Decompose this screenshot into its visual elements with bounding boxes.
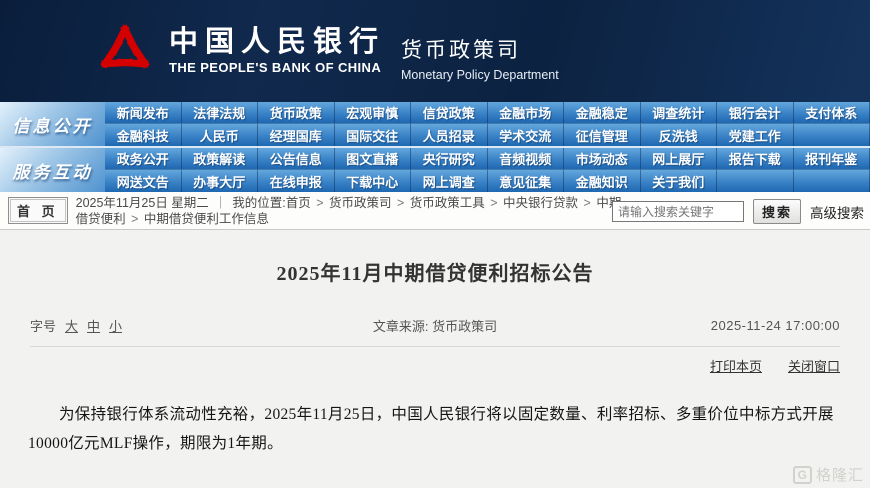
nav-band: 信息公开新闻发布法律法规货币政策宏观审慎信贷政策金融市场金融稳定调查统计银行会计… [0, 102, 870, 148]
page-title: 2025年11月中期借贷便利招标公告 [0, 230, 870, 286]
main-nav: 信息公开新闻发布法律法规货币政策宏观审慎信贷政策金融市场金融稳定调查统计银行会计… [0, 102, 870, 192]
nav-item[interactable]: 央行研究 [411, 148, 488, 170]
breadcrumb-bar: 首 页 2025年11月25日 星期二 ｜ 我的位置:首页 > 货币政策司 > … [0, 192, 870, 230]
nav-item[interactable]: 金融市场 [488, 102, 565, 124]
article-meta-row: 字号 大 中 小 文章来源: 货币政策司 2025-11-24 17:00:00 [30, 316, 840, 347]
nav-item[interactable]: 法律法规 [182, 102, 259, 124]
nav-item[interactable]: 银行会计 [717, 102, 794, 124]
nav-item[interactable]: 在线申报 [258, 170, 335, 192]
article-datetime: 2025-11-24 17:00:00 [711, 318, 840, 333]
breadcrumb-separator: > [311, 196, 329, 210]
article-source: 文章来源: 货币政策司 [373, 316, 497, 335]
nav-item[interactable]: 党建工作 [717, 124, 794, 146]
breadcrumb-separator: > [392, 196, 410, 210]
nav-cell-empty [717, 170, 794, 192]
nav-item[interactable]: 信贷政策 [411, 102, 488, 124]
nav-item[interactable]: 政策解读 [182, 148, 259, 170]
nav-section-service-interaction[interactable]: 服务互动 [0, 148, 105, 192]
advanced-search-link[interactable]: 高级搜索 [810, 202, 864, 222]
search-button[interactable]: 搜索 [753, 199, 801, 224]
watermark-text: 格隆汇 [816, 464, 864, 485]
breadcrumb-separator: > [578, 196, 596, 210]
site-header: 中国人民银行 THE PEOPLE'S BANK OF CHINA 货币政策司 … [0, 0, 870, 102]
nav-cell-empty [794, 170, 870, 192]
nav-item[interactable]: 宏观审慎 [335, 102, 412, 124]
breadcrumb-divider: ｜ [212, 196, 229, 210]
print-page-link[interactable]: 打印本页 [710, 356, 762, 375]
nav-item[interactable]: 办事大厅 [182, 170, 259, 192]
font-size-controls: 字号 大 中 小 [30, 316, 122, 335]
nav-item[interactable]: 图文直播 [335, 148, 412, 170]
nav-band: 服务互动政务公开政策解读公告信息图文直播央行研究音频视频市场动态网上展厅报告下载… [0, 148, 870, 192]
nav-item[interactable]: 意见征集 [488, 170, 565, 192]
breadcrumb-separator: > [485, 196, 503, 210]
nav-item[interactable]: 关于我们 [641, 170, 718, 192]
nav-section-info-disclosure[interactable]: 信息公开 [0, 102, 105, 146]
department-block: 货币政策司 Monetary Policy Department [401, 20, 559, 82]
nav-item[interactable]: 国际交往 [335, 124, 412, 146]
search-input[interactable] [612, 201, 744, 222]
nav-item[interactable]: 网上调查 [411, 170, 488, 192]
breadcrumb-location-label: 我的位置:首页 [232, 196, 310, 210]
breadcrumb-link[interactable]: 货币政策工具 [410, 196, 485, 210]
nav-item[interactable]: 货币政策 [258, 102, 335, 124]
bank-name-cn: 中国人民银行 [169, 27, 385, 59]
nav-item[interactable]: 网上展厅 [641, 148, 718, 170]
nav-item[interactable]: 经理国库 [258, 124, 335, 146]
nav-item[interactable]: 下载中心 [335, 170, 412, 192]
gelonghui-logo-icon: G [793, 466, 812, 484]
close-window-link[interactable]: 关闭窗口 [788, 356, 840, 375]
nav-item[interactable]: 公告信息 [258, 148, 335, 170]
nav-item[interactable]: 报刊年鉴 [794, 148, 870, 170]
nav-item[interactable]: 调查统计 [641, 102, 718, 124]
breadcrumb-link[interactable]: 中期借贷便利工作信息 [144, 212, 269, 226]
search-area: 搜索 高级搜索 [612, 199, 864, 224]
nav-cell-empty [794, 124, 870, 146]
nav-item[interactable]: 市场动态 [564, 148, 641, 170]
font-size-large[interactable]: 大 [65, 316, 78, 335]
article-content: 2025年11月中期借贷便利招标公告 字号 大 中 小 文章来源: 货币政策司 … [0, 230, 870, 488]
nav-item[interactable]: 报告下载 [717, 148, 794, 170]
font-size-small[interactable]: 小 [109, 316, 122, 335]
nav-item[interactable]: 金融科技 [105, 124, 182, 146]
font-size-label: 字号 [30, 316, 56, 335]
bank-name-en: THE PEOPLE'S BANK OF CHINA [169, 60, 385, 75]
nav-item[interactable]: 人员招录 [411, 124, 488, 146]
department-name-cn: 货币政策司 [401, 34, 559, 64]
nav-item[interactable]: 金融稳定 [564, 102, 641, 124]
home-button[interactable]: 首 页 [8, 197, 68, 224]
breadcrumb-date: 2025年11月25日 星期二 [76, 196, 209, 210]
breadcrumb-link[interactable]: 中央银行贷款 [503, 196, 578, 210]
nav-item[interactable]: 金融知识 [564, 170, 641, 192]
nav-item[interactable]: 反洗钱 [641, 124, 718, 146]
nav-item[interactable]: 音频视频 [488, 148, 565, 170]
nav-item[interactable]: 支付体系 [794, 102, 870, 124]
print-close-row-top: 打印本页 关闭窗口 [0, 356, 840, 375]
nav-item[interactable]: 学术交流 [488, 124, 565, 146]
font-size-medium[interactable]: 中 [87, 316, 100, 335]
gelonghui-watermark: G 格隆汇 [793, 464, 864, 485]
breadcrumb-link[interactable]: 货币政策司 [329, 196, 392, 210]
breadcrumb-separator: > [126, 212, 144, 226]
article-body: 为保持银行体系流动性充裕，2025年11月25日，中国人民银行将以固定数量、利率… [28, 400, 842, 458]
pboc-logo-icon [93, 19, 157, 83]
nav-item[interactable]: 人民币 [182, 124, 259, 146]
breadcrumb: 2025年11月25日 星期二 ｜ 我的位置:首页 > 货币政策司 > 货币政策… [76, 195, 628, 227]
nav-item[interactable]: 征信管理 [564, 124, 641, 146]
department-name-en: Monetary Policy Department [401, 68, 559, 82]
bank-name-block: 中国人民银行 THE PEOPLE'S BANK OF CHINA [169, 27, 385, 75]
home-button-label: 首 页 [10, 199, 66, 222]
nav-item[interactable]: 新闻发布 [105, 102, 182, 124]
nav-item[interactable]: 网送文告 [105, 170, 182, 192]
nav-item[interactable]: 政务公开 [105, 148, 182, 170]
